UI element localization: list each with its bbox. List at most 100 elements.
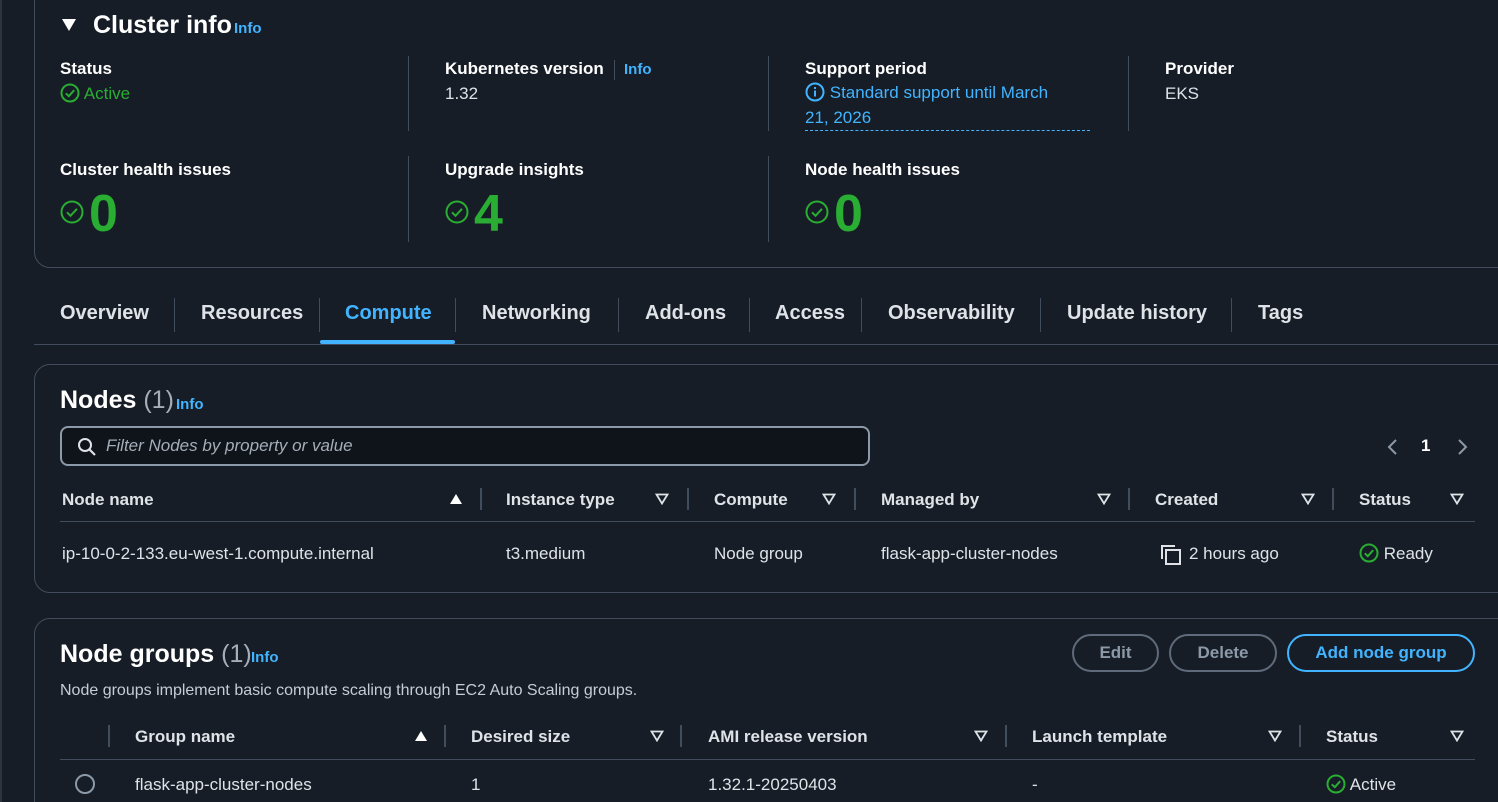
column-header-desired-size[interactable]: Desired size [471,727,570,747]
tab-observability[interactable]: Observability [888,302,1015,325]
tab-separator [174,298,175,332]
status-label: Status [60,59,112,78]
check-circle-icon [805,200,829,224]
tab-access[interactable]: Access [775,302,845,325]
delete-button[interactable]: Delete [1169,634,1277,672]
table-header-divider [60,759,1475,760]
tab-separator [749,298,750,332]
launch-template-cell: - [1032,775,1038,794]
check-circle-icon [60,83,80,103]
sort-icon[interactable] [1097,493,1111,505]
column-separator [854,488,856,510]
column-separator [680,725,682,747]
column-separator [687,488,689,510]
node-groups-description: Node groups implement basic compute scal… [60,682,638,699]
cluster-info-info-link[interactable]: Info [234,20,262,37]
column-header-instance-type[interactable]: Instance type [506,490,615,510]
provider-value: EKS [1165,84,1200,103]
column-header-launch-template[interactable]: Launch template [1032,727,1167,747]
sort-ascending-icon[interactable] [414,730,428,742]
check-circle-icon [60,200,84,224]
column-header-group-status[interactable]: Status [1326,727,1378,747]
divider [408,56,409,131]
kubernetes-version-value: 1.32 [445,84,479,103]
group-status-cell: Active [1326,774,1397,795]
column-header-ami-release-version[interactable]: AMI release version [708,727,868,747]
column-header-managed-by[interactable]: Managed by [881,490,979,510]
search-icon [78,438,96,456]
node-groups-title-text: Node groups [60,640,215,668]
tab-resources[interactable]: Resources [201,302,303,325]
node-groups-title: Node groups (1) [60,640,252,669]
group-name-link[interactable]: flask-app-cluster-nodes [135,775,312,795]
column-header-status[interactable]: Status [1359,490,1411,510]
node-health-issues-count[interactable]: 0 [834,188,863,240]
sort-icon[interactable] [1301,493,1315,505]
tabs-divider [34,344,1498,345]
node-status-text: Ready [1383,544,1433,563]
sort-icon[interactable] [650,730,664,742]
sort-ascending-icon[interactable] [449,493,463,505]
node-status-cell: Ready [1359,543,1433,564]
sort-icon[interactable] [822,493,836,505]
tab-separator [618,298,619,332]
edit-button[interactable]: Edit [1072,634,1159,672]
column-header-node-name[interactable]: Node name [62,490,154,510]
upgrade-insights-count[interactable]: 4 [474,188,503,240]
tab-separator [1040,298,1041,332]
column-header-compute[interactable]: Compute [714,490,788,510]
desired-size-cell: 1 [471,775,481,794]
nodes-title: Nodes (1) [60,386,174,415]
divider [408,156,409,242]
node-groups-info-link[interactable]: Info [251,649,279,666]
tab-separator [319,298,320,332]
column-header-created[interactable]: Created [1155,490,1218,510]
column-separator [108,725,110,747]
sort-icon[interactable] [655,493,669,505]
node-groups-count: (1) [221,640,252,668]
collapse-caret-icon[interactable] [62,19,76,31]
kubernetes-version-info-link[interactable]: Info [624,61,652,78]
sort-icon[interactable] [974,730,988,742]
check-circle-icon [445,200,469,224]
tab-separator [1231,298,1232,332]
page-number[interactable]: 1 [1421,436,1430,456]
tab-overview[interactable]: Overview [60,302,149,325]
add-node-group-button[interactable]: Add node group [1287,634,1475,672]
cluster-health-issues-count[interactable]: 0 [89,188,118,240]
node-name-link[interactable]: ip-10-0-2-133.eu-west-1.compute.internal [62,544,374,564]
table-header-divider [60,521,1475,522]
sort-icon[interactable] [1268,730,1282,742]
copy-icon[interactable] [1159,543,1183,567]
tab-compute[interactable]: Compute [345,302,432,325]
cluster-info-title-text: Cluster info [93,11,232,39]
tab-separator [455,298,456,332]
column-separator [480,488,482,510]
nodes-search-input[interactable] [106,434,846,458]
check-circle-icon [1359,543,1379,563]
column-header-group-name[interactable]: Group name [135,727,235,747]
compute-cell: Node group [714,544,803,563]
tab-tags[interactable]: Tags [1258,302,1303,325]
support-period-line2: 21, 2026 [805,108,872,127]
nodes-info-link[interactable]: Info [176,396,204,413]
chevron-right-icon[interactable] [1455,437,1471,457]
tab-add-ons[interactable]: Add-ons [645,302,726,325]
kubernetes-version-label-text: Kubernetes version [445,59,604,78]
tab-networking[interactable]: Networking [482,302,591,325]
check-circle-icon [1326,774,1346,794]
sort-icon[interactable] [1450,730,1464,742]
support-period-link[interactable]: Standard support until March 21, 2026 [805,80,1090,131]
nodes-title-text: Nodes [60,386,137,414]
column-separator [1005,725,1007,747]
sort-icon[interactable] [1450,493,1464,505]
info-circle-icon [805,82,825,102]
instance-type-cell: t3.medium [506,544,586,563]
group-status-text: Active [1349,775,1397,794]
cluster-info-title: Cluster info [93,11,232,40]
tab-update-history[interactable]: Update history [1067,302,1207,325]
managed-by-link[interactable]: flask-app-cluster-nodes [881,544,1058,564]
divider [768,56,769,131]
chevron-left-icon[interactable] [1384,437,1400,457]
row-radio-button[interactable] [74,773,96,795]
